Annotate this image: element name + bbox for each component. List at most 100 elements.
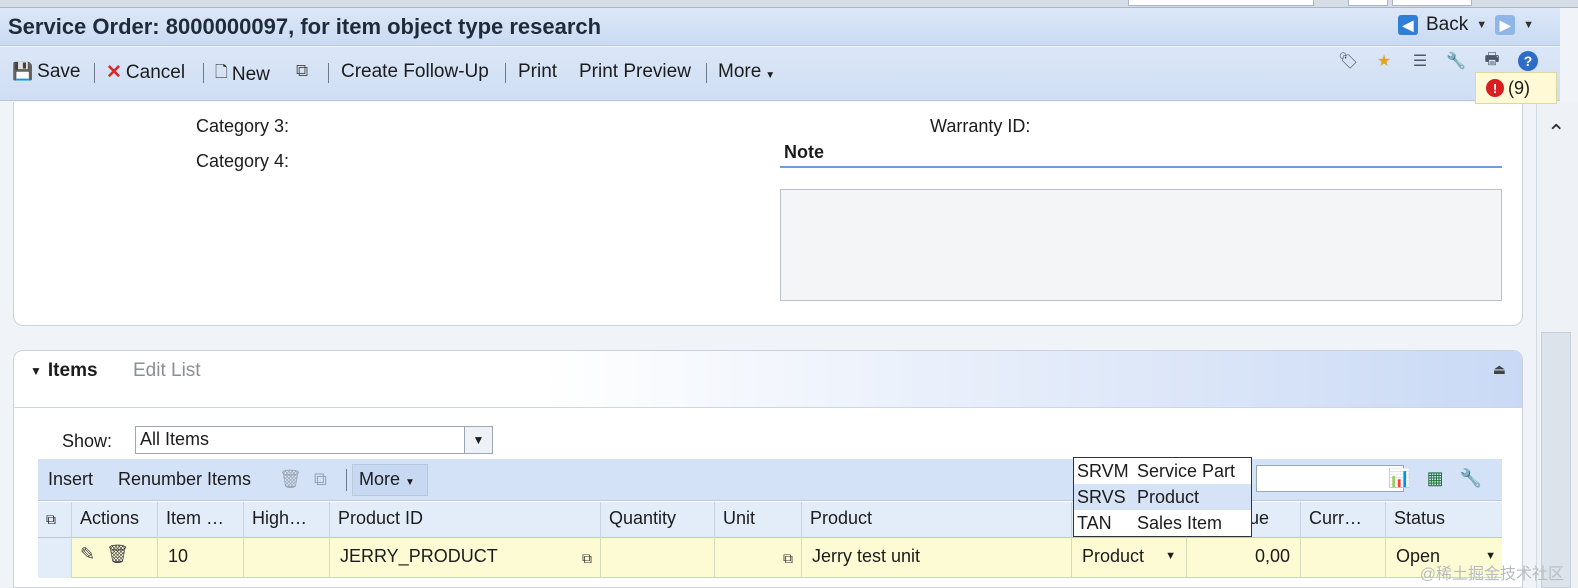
- favorite-star-icon[interactable]: ★: [1374, 51, 1394, 71]
- row-unit[interactable]: ⧉: [715, 538, 802, 578]
- toolbar-divider: [94, 63, 95, 83]
- insert-button[interactable]: Insert: [48, 469, 93, 490]
- print-button[interactable]: Print: [518, 61, 557, 83]
- settings-wrench-icon[interactable]: 🔧: [1460, 468, 1482, 489]
- help-icon[interactable]: ?: [1518, 51, 1538, 71]
- cancel-button[interactable]: ✕ Cancel: [106, 61, 185, 84]
- save-label: Save: [37, 61, 81, 82]
- row-actions: ✎ 🗑: [72, 538, 158, 578]
- row-net-value: 0,00: [1187, 538, 1301, 578]
- tag-icon[interactable]: 🏷: [1338, 51, 1358, 71]
- back-dropdown-icon[interactable]: ▼: [1476, 19, 1487, 31]
- back-button[interactable]: Back: [1426, 14, 1468, 36]
- excel-export-icon[interactable]: ▦: [1427, 468, 1444, 489]
- copy-button[interactable]: ⧉: [296, 61, 308, 81]
- items-list-toolbar: Insert Renumber Items 🗑 ⧉ More ▼ 📊 ▦ 🔧: [38, 459, 1502, 501]
- col-item-number[interactable]: Item …: [158, 502, 244, 538]
- edit-list-link[interactable]: Edit List: [133, 360, 201, 382]
- row-item-number[interactable]: 10: [158, 538, 244, 578]
- wrench-icon[interactable]: 🔧: [1446, 51, 1466, 71]
- table-row[interactable]: ✎ 🗑 10 JERRY_PRODUCT ⧉ ⧉ Jerry test unit…: [38, 538, 1502, 578]
- option-code: SRVM: [1077, 460, 1129, 481]
- row-quantity[interactable]: [601, 538, 715, 578]
- item-category-value: Product: [1082, 546, 1145, 566]
- back-arrow-icon[interactable]: ◀: [1397, 15, 1418, 35]
- option-code: TAN: [1077, 512, 1112, 533]
- col-currency[interactable]: Curr…: [1301, 502, 1386, 538]
- col-actions[interactable]: Actions: [72, 502, 158, 538]
- row-item-category-select[interactable]: Product ▼: [1072, 538, 1187, 578]
- col-product[interactable]: Product: [802, 502, 1072, 538]
- note-textarea[interactable]: [780, 189, 1502, 301]
- list-tool-icons: 📊 ▦ 🔧: [1388, 468, 1482, 489]
- scroll-up-icon[interactable]: ⌃: [1547, 120, 1565, 146]
- copy-icon[interactable]: ⧉: [314, 469, 327, 490]
- value-help-icon[interactable]: ⧉: [783, 550, 793, 567]
- dropdown-option[interactable]: TAN Sales Item: [1074, 510, 1251, 536]
- chart-icon[interactable]: 📊: [1388, 468, 1410, 489]
- select-all-cell[interactable]: ⧉: [38, 502, 72, 538]
- collapse-panel-icon[interactable]: ⏏: [1493, 361, 1506, 378]
- col-higher-level[interactable]: High…: [244, 502, 330, 538]
- row-selector[interactable]: [38, 538, 72, 578]
- row-currency: [1301, 538, 1386, 578]
- notes-icon[interactable]: ☰: [1410, 51, 1430, 71]
- chevron-down-icon[interactable]: ▼: [1165, 550, 1176, 562]
- details-panel: Category 3: Category 4: Warranty ID: Not…: [13, 102, 1523, 326]
- vertical-scrollbar[interactable]: ⌃: [1536, 102, 1578, 588]
- dropdown-option-selected[interactable]: SRVS Product: [1074, 484, 1251, 510]
- message-indicator[interactable]: ! (9): [1475, 72, 1557, 104]
- items-toggle[interactable]: ▼ Items: [30, 360, 98, 382]
- col-status[interactable]: Status: [1386, 502, 1502, 538]
- show-select[interactable]: All Items ▼: [135, 426, 493, 454]
- items-title: Items: [47, 360, 98, 381]
- save-button[interactable]: 💾 Save: [12, 61, 80, 83]
- option-label: Sales Item: [1137, 512, 1223, 533]
- new-label: New: [231, 63, 270, 85]
- value-help-icon[interactable]: ⧉: [582, 550, 592, 567]
- category3-label: Category 3:: [196, 116, 290, 136]
- list-more-button[interactable]: More ▼: [352, 464, 428, 496]
- delete-icon[interactable]: 🗑: [279, 469, 302, 490]
- back-navigation: ◀ Back ▼ ▶ ▼: [1397, 14, 1534, 36]
- forward-arrow-icon[interactable]: ▶: [1495, 15, 1516, 35]
- items-header: ▼ Items Edit List ⏏: [14, 351, 1522, 408]
- row-product-id[interactable]: JERRY_PRODUCT ⧉: [330, 538, 601, 578]
- cancel-label: Cancel: [125, 61, 186, 83]
- more-menu-button[interactable]: More ▼: [718, 61, 775, 83]
- print-preview-button[interactable]: Print Preview: [579, 61, 691, 83]
- save-icon: 💾: [12, 62, 34, 81]
- note-heading: Note: [780, 142, 1502, 168]
- new-document-icon: 🗋: [215, 64, 228, 81]
- forward-dropdown-icon[interactable]: ▼: [1523, 19, 1534, 31]
- filter-input[interactable]: [1256, 465, 1404, 492]
- row-higher-level[interactable]: [244, 538, 330, 578]
- items-table-header: ⧉ Actions Item … High… Product ID Quanti…: [38, 502, 1502, 538]
- chevron-down-icon[interactable]: ▼: [464, 427, 492, 453]
- toolbar-icon-group: 🏷 ★ ☰ 🔧 🖶 ?: [1338, 51, 1538, 71]
- toolbar-divider: [706, 63, 707, 83]
- scrollbar-thumb[interactable]: [1541, 332, 1571, 588]
- option-code: SRVS: [1077, 486, 1126, 507]
- warranty-id-label: Warranty ID:: [930, 116, 1031, 136]
- cancel-icon: ✕: [106, 62, 122, 83]
- strip-box: [1392, 0, 1472, 6]
- row-product: Jerry test unit: [802, 538, 1072, 578]
- delete-icon[interactable]: 🗑: [106, 544, 129, 564]
- col-unit[interactable]: Unit: [715, 502, 802, 538]
- title-bar: Service Order: 8000000097, for item obje…: [0, 8, 1560, 46]
- message-count: (9): [1508, 77, 1530, 98]
- create-follow-up-button[interactable]: Create Follow-Up: [341, 61, 489, 83]
- items-panel: ▼ Items Edit List ⏏ Show: All Items ▼ In…: [13, 350, 1523, 588]
- col-product-id[interactable]: Product ID: [330, 502, 601, 538]
- dropdown-option[interactable]: SRVM Service Part: [1074, 458, 1251, 484]
- toolbar-divider: [505, 63, 506, 83]
- option-label: Service Part: [1137, 460, 1236, 481]
- product-id-value: JERRY_PRODUCT: [340, 546, 498, 566]
- renumber-items-button[interactable]: Renumber Items: [118, 469, 251, 490]
- toolbar-divider: [328, 63, 329, 83]
- printer-icon[interactable]: 🖶: [1482, 51, 1502, 71]
- new-button[interactable]: 🗋 New: [215, 61, 270, 88]
- col-quantity[interactable]: Quantity: [601, 502, 715, 538]
- edit-icon[interactable]: ✎: [80, 544, 95, 564]
